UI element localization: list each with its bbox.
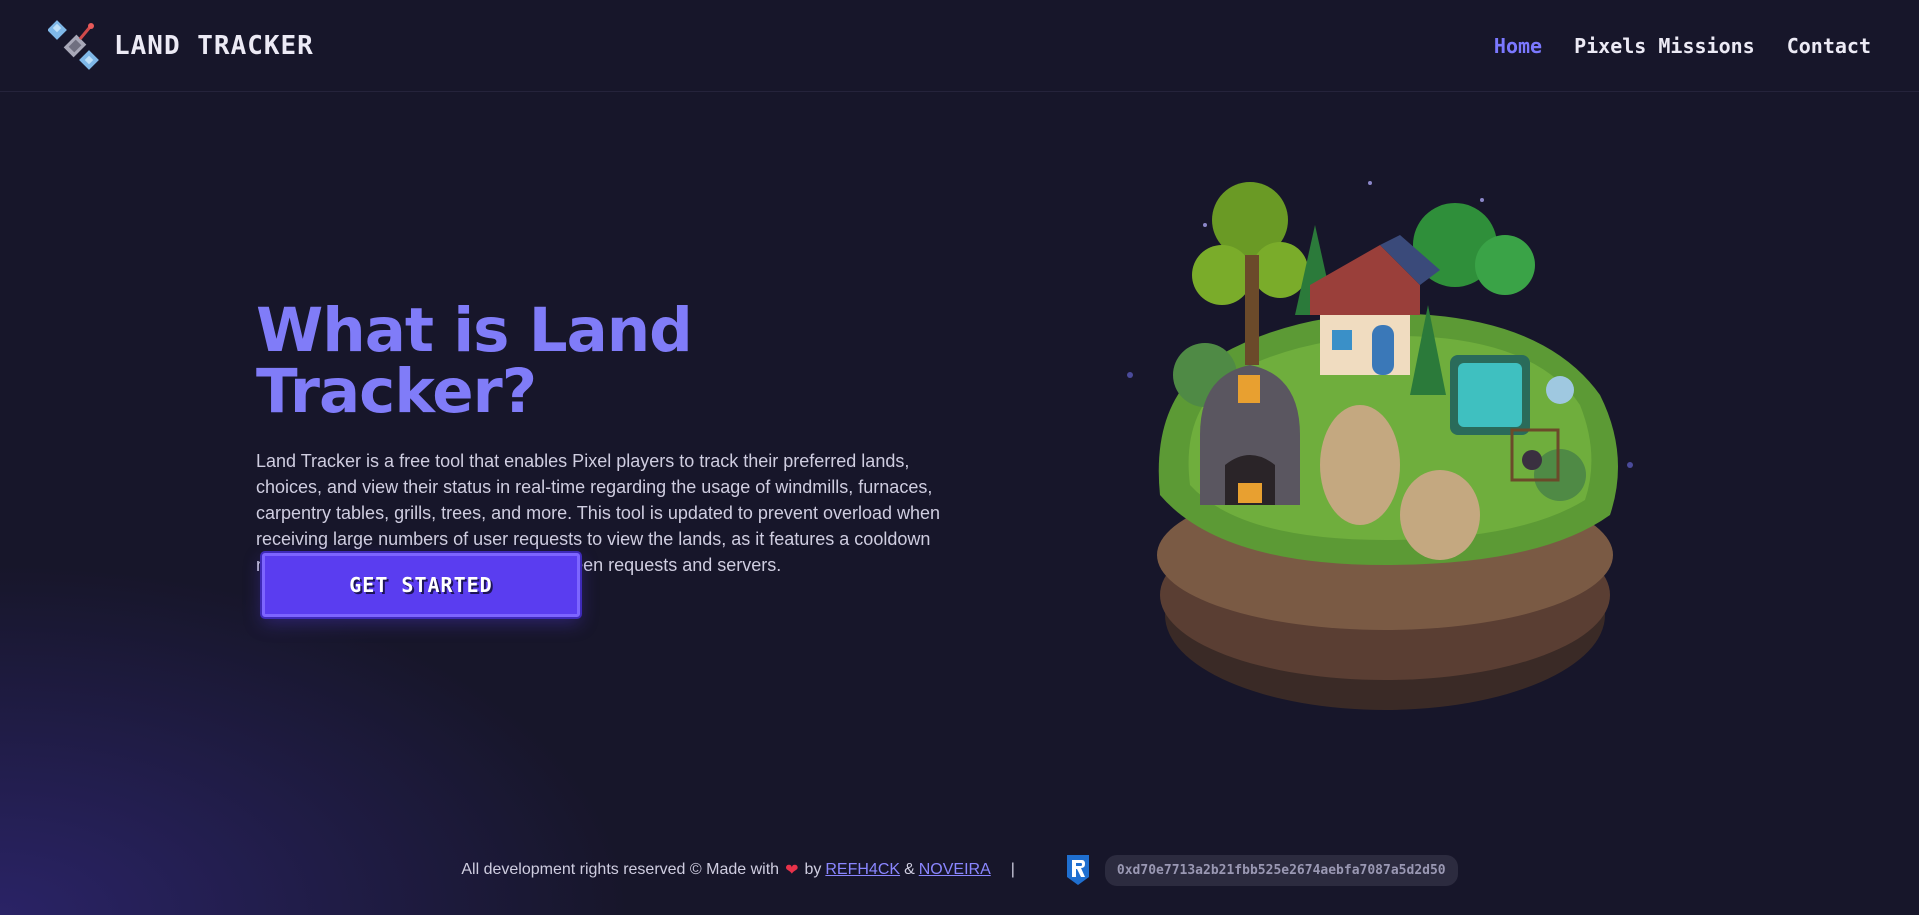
author-noveira-link[interactable]: NOVEIRA: [919, 861, 991, 879]
rights-text: All development rights reserved © Made w…: [461, 861, 780, 878]
hero-title: What is Land Tracker?: [256, 295, 693, 427]
heart-icon: ❤: [785, 862, 799, 879]
author-refh4ck-link[interactable]: REFH4CK: [825, 861, 900, 879]
navbar: LAND TRACKER Home Pixels Missions Contac…: [0, 0, 1919, 92]
wallet-address[interactable]: 0xd70e7713a2b21fbb525e2674aebfa7087a5d2d…: [1104, 854, 1458, 886]
satellite-icon: [48, 19, 99, 70]
ronin-icon[interactable]: [1065, 853, 1091, 887]
separator: |: [1010, 861, 1015, 878]
by-text: by: [804, 861, 822, 878]
brand-title: LAND TRACKER: [114, 30, 314, 61]
floating-island-illustration: [1127, 181, 1633, 710]
nav-link-contact[interactable]: Contact: [1787, 34, 1871, 58]
get-started-button[interactable]: GET STARTED: [262, 553, 580, 617]
footer: All development rights reserved © Made w…: [0, 850, 1919, 890]
brand[interactable]: LAND TRACKER: [48, 19, 314, 73]
and-text: &: [904, 861, 915, 878]
nav-link-pixels-missions[interactable]: Pixels Missions: [1574, 34, 1755, 58]
hero-section: What is Land Tracker? Land Tracker is a …: [256, 300, 956, 578]
nav-links: Home Pixels Missions Contact: [1494, 34, 1871, 58]
nav-link-home[interactable]: Home: [1494, 34, 1542, 58]
